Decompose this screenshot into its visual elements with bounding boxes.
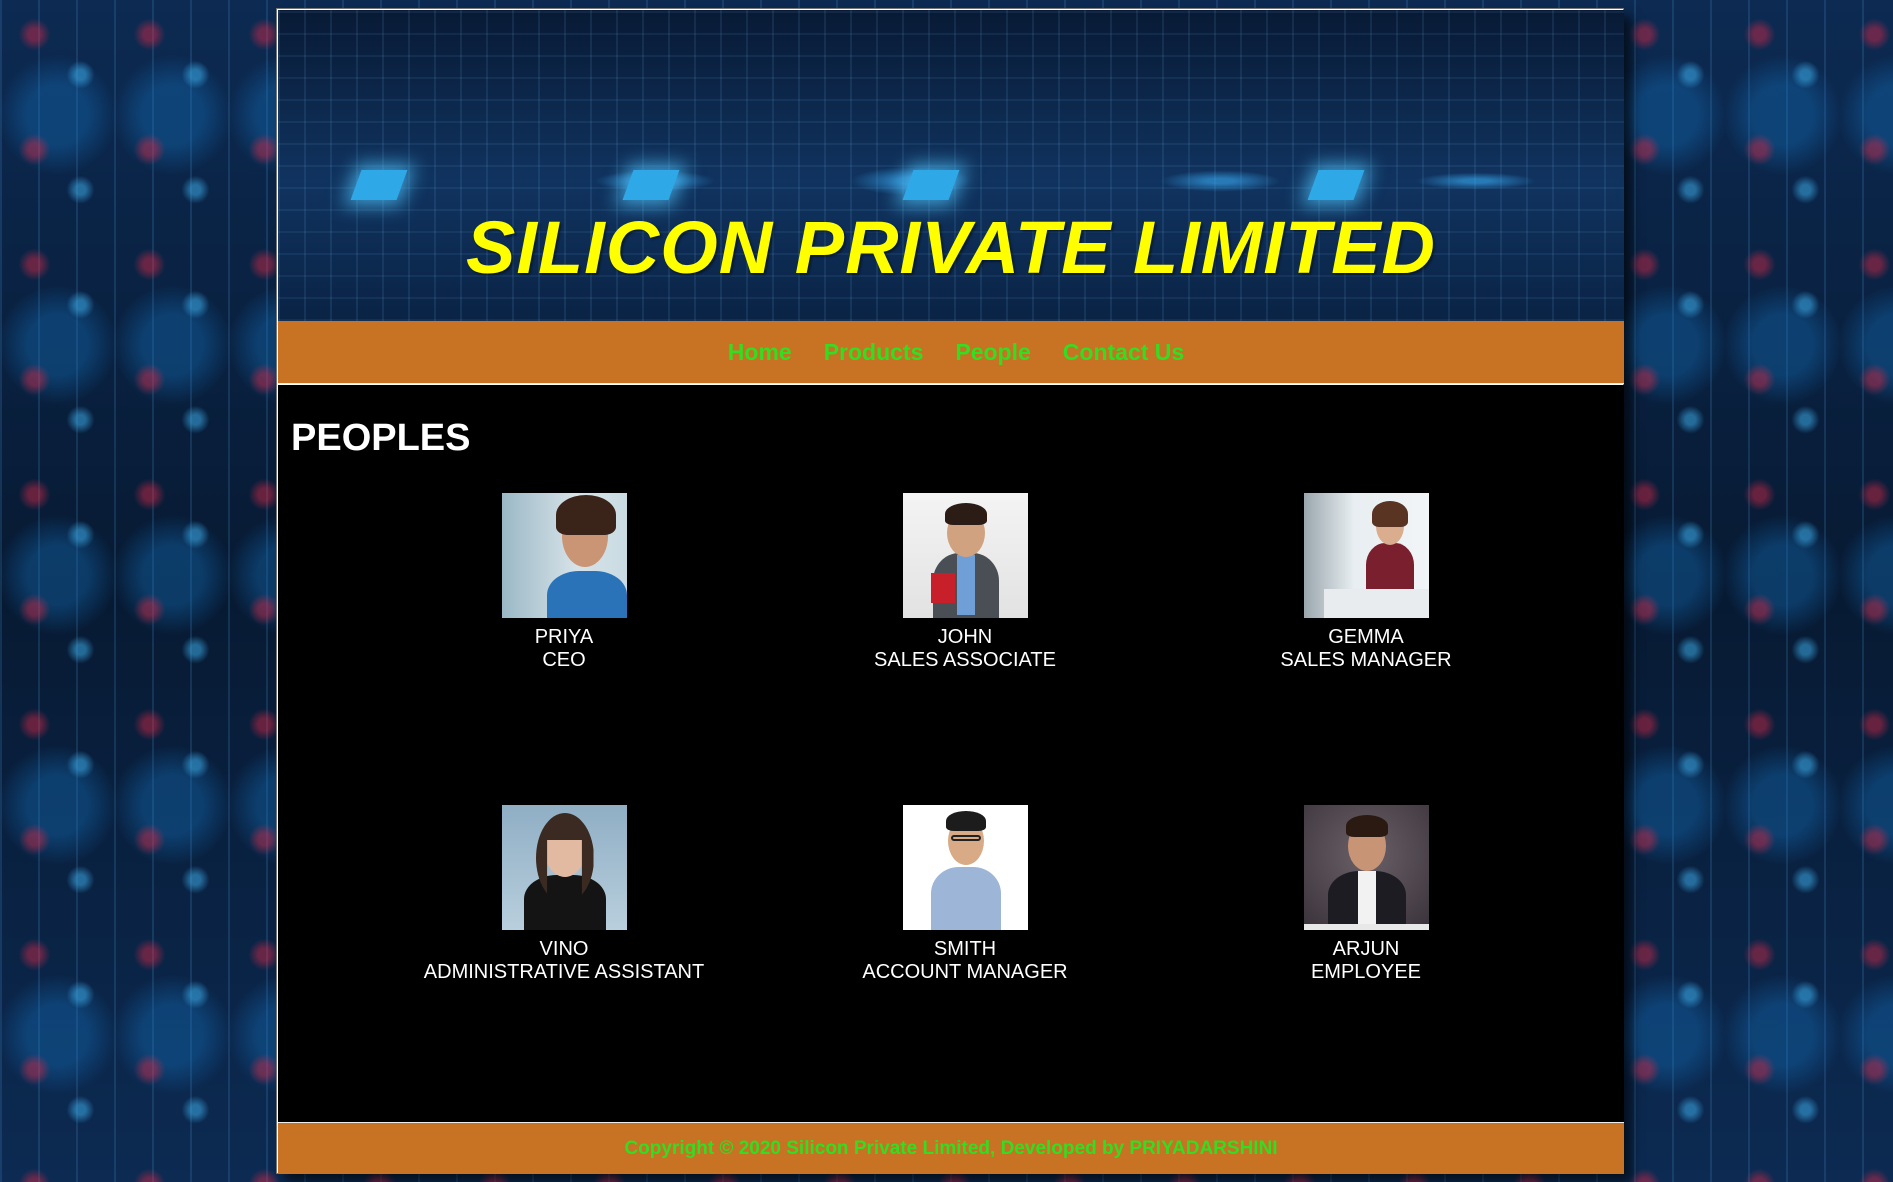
nav-products-link[interactable]: Products xyxy=(824,339,924,366)
circuit-chip-image xyxy=(350,170,408,200)
page-heading: PEOPLES xyxy=(291,417,471,459)
person-name: JOHN xyxy=(937,626,993,648)
nav-contact-us-link[interactable]: Contact Us xyxy=(1063,339,1184,366)
person-name: PRIYA xyxy=(534,626,594,648)
person-card: PRIYA CEO xyxy=(364,493,764,672)
footer-copyright: Copyright © 2020 Silicon Private Limited… xyxy=(278,1122,1624,1174)
person-card: VINO ADMINISTRATIVE ASSISTANT xyxy=(364,805,764,984)
person-name: GEMMA xyxy=(1328,626,1404,648)
person-card: SMITH ACCOUNT MANAGER xyxy=(765,805,1165,984)
circuit-chip-image xyxy=(622,170,680,200)
main-nav: Home Products People Contact Us xyxy=(278,321,1624,384)
person-photo xyxy=(902,493,1028,618)
people-section: PEOPLES PRIYA CEO JOHN SALES ASSOCIATE G… xyxy=(278,385,1624,1129)
circuit-chip-image xyxy=(902,170,960,200)
nav-home-link[interactable]: Home xyxy=(728,339,792,366)
person-role: SALES MANAGER xyxy=(1280,649,1452,671)
person-card: JOHN SALES ASSOCIATE xyxy=(765,493,1165,672)
person-card: GEMMA SALES MANAGER xyxy=(1166,493,1566,672)
person-role: EMPLOYEE xyxy=(1310,961,1422,983)
person-photo xyxy=(1303,805,1429,930)
header-banner: SILICON PRIVATE LIMITED xyxy=(278,10,1624,321)
circuit-chip-image xyxy=(1307,170,1365,200)
person-role: ACCOUNT MANAGER xyxy=(862,961,1068,983)
person-photo xyxy=(902,805,1028,930)
page-container: SILICON PRIVATE LIMITED Home Products Pe… xyxy=(276,8,1624,1174)
person-photo xyxy=(501,805,627,930)
person-name: SMITH xyxy=(933,938,997,960)
person-role: SALES ASSOCIATE xyxy=(874,649,1056,671)
nav-people-link[interactable]: People xyxy=(955,339,1030,366)
person-photo xyxy=(501,493,627,618)
person-name: VINO xyxy=(539,938,589,960)
person-card: ARJUN EMPLOYEE xyxy=(1166,805,1566,984)
person-photo xyxy=(1303,493,1429,618)
person-role: CEO xyxy=(542,649,586,671)
person-name: ARJUN xyxy=(1332,938,1400,960)
site-title: SILICON PRIVATE LIMITED xyxy=(466,206,1436,289)
person-role: ADMINISTRATIVE ASSISTANT xyxy=(423,961,705,983)
